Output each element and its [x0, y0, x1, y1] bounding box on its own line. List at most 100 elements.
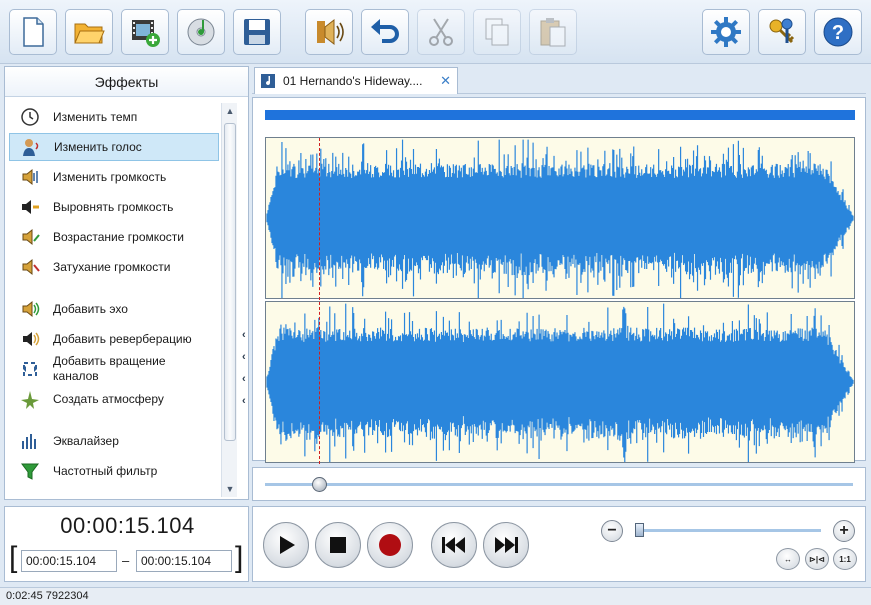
effect-item[interactable]: Затухание громкости: [9, 253, 219, 281]
save-disk-icon: [244, 19, 270, 45]
music-note-icon: [261, 74, 275, 88]
volume-change-icon: [19, 166, 41, 188]
time-panel: 00:00:15.104 [ 00:00:15.104 – 00:00:15.1…: [4, 506, 249, 582]
zoom-slider-track[interactable]: [637, 529, 821, 532]
collapse-left-icon[interactable]: ‹: [242, 351, 252, 373]
scroll-up-arrow-icon[interactable]: ▲: [222, 103, 238, 119]
svg-text:?: ?: [832, 22, 844, 44]
selection-end-field[interactable]: 00:00:15.104: [136, 550, 232, 572]
reverb-icon: [19, 328, 41, 350]
effect-label: Добавить реверберацию: [53, 331, 192, 346]
effect-label: Создать атмосферу: [53, 391, 164, 406]
overview-bar[interactable]: [265, 110, 855, 120]
effect-item[interactable]: Частотный фильтр: [9, 457, 219, 485]
audio-speaker-icon: [317, 18, 344, 46]
registration-keys-button[interactable]: [758, 9, 806, 55]
scroll-thumb[interactable]: [224, 123, 236, 441]
effect-label: Возрастание громкости: [53, 229, 184, 244]
settings-gear-icon: [711, 17, 741, 47]
effects-panel: Эффекты Изменить темп Изменить голос Измен…: [4, 66, 249, 500]
undo-button[interactable]: [361, 9, 409, 55]
copy-icon: [485, 18, 509, 46]
volume-normalize-icon: [19, 196, 41, 218]
effect-item[interactable]: Добавить эхо: [9, 295, 219, 323]
play-button[interactable]: [263, 522, 309, 568]
seek-panel: [252, 467, 866, 501]
status-text: 0:02:45 7922304: [6, 590, 89, 602]
panel-collapse-arrows[interactable]: ‹ ‹ ‹ ‹: [242, 329, 252, 417]
import-video-icon: [132, 20, 160, 47]
effect-label: Добавить эхо: [53, 301, 128, 316]
scroll-down-arrow-icon[interactable]: ▼: [222, 481, 238, 497]
effect-label: Частотный фильтр: [53, 463, 158, 478]
tab-close-icon[interactable]: ✕: [440, 73, 451, 89]
effect-item[interactable]: Выровнять громкость: [9, 193, 219, 221]
effect-item[interactable]: Создать атмосферу: [9, 385, 219, 413]
save-button[interactable]: [233, 9, 281, 55]
new-file-button[interactable]: [9, 9, 57, 55]
open-file-button[interactable]: [65, 9, 113, 55]
cut-icon: [429, 18, 453, 46]
collapse-left-icon[interactable]: ‹: [242, 373, 252, 395]
effect-item[interactable]: Возрастание громкости: [9, 223, 219, 251]
frequency-filter-icon: [19, 460, 41, 482]
clock-icon: [19, 106, 41, 128]
new-file-icon: [23, 17, 44, 47]
audio-properties-button[interactable]: [305, 9, 353, 55]
effect-label: Эквалайзер: [53, 433, 119, 448]
import-video-button[interactable]: [121, 9, 169, 55]
seek-track[interactable]: [265, 483, 853, 486]
waveform-editor[interactable]: [252, 97, 866, 464]
tab-audio-file[interactable]: 01 Hernando's Hideway.... ✕: [254, 67, 458, 94]
effect-item[interactable]: Изменить громкость: [9, 163, 219, 191]
zoom-slider-knob[interactable]: [634, 523, 644, 537]
cd-music-icon: [187, 18, 215, 46]
document-tab-strip: 01 Hernando's Hideway.... ✕: [252, 66, 866, 94]
collapse-left-icon[interactable]: ‹: [242, 329, 252, 351]
cut-button[interactable]: [417, 9, 465, 55]
waveform-channel-right[interactable]: [265, 301, 855, 463]
help-button[interactable]: ?: [814, 9, 862, 55]
effect-item[interactable]: Добавить реверберацию: [9, 325, 219, 353]
selection-start-field[interactable]: 00:00:15.104: [21, 550, 117, 572]
effect-label: Выровнять громкость: [53, 199, 174, 214]
zoom-fit-button[interactable]: ↔: [776, 548, 800, 570]
status-bar: 0:02:45 7922304: [0, 587, 871, 605]
waveform-channel-left[interactable]: [265, 137, 855, 299]
bracket-left: [: [9, 541, 18, 574]
zoom-in-button[interactable]: +: [833, 520, 855, 542]
rewind-button[interactable]: [431, 522, 477, 568]
volume-fade-in-icon: [19, 226, 41, 248]
keys-icon: [769, 18, 795, 44]
main-toolbar: ?: [0, 0, 871, 64]
stop-button[interactable]: [315, 522, 361, 568]
bracket-right: ]: [235, 541, 244, 574]
effect-item[interactable]: Изменить голос: [9, 133, 219, 161]
open-folder-icon: [74, 23, 105, 44]
effect-item[interactable]: Изменить темп: [9, 103, 219, 131]
zoom-selection-button[interactable]: ⊳|⊲: [805, 548, 829, 570]
waveform-left: [266, 139, 854, 298]
seek-knob[interactable]: [312, 477, 328, 492]
copy-button[interactable]: [473, 9, 521, 55]
undo-icon: [371, 19, 399, 43]
effect-item[interactable]: Добавить вращение каналов: [9, 354, 219, 383]
selection-separator: –: [122, 553, 130, 568]
effect-label: Затухание громкости: [53, 259, 171, 274]
effects-scrollbar[interactable]: ▲ ▼: [221, 103, 237, 497]
record-button[interactable]: [367, 522, 413, 568]
collapse-left-icon[interactable]: ‹: [242, 395, 252, 417]
playback-cursor[interactable]: [318, 138, 320, 464]
forward-button[interactable]: [483, 522, 529, 568]
skip-back-icon: [442, 537, 465, 553]
paste-button[interactable]: [529, 9, 577, 55]
current-time-display: 00:00:15.104: [60, 513, 195, 538]
zoom-out-button[interactable]: −: [601, 520, 623, 542]
transport-panel: − + ↔ ⊳|⊲ 1:1: [252, 506, 866, 582]
effect-label: Изменить темп: [53, 109, 138, 124]
effect-item[interactable]: Эквалайзер: [9, 427, 219, 455]
zoom-one-to-one-button[interactable]: 1:1: [833, 548, 857, 570]
cd-music-button[interactable]: [177, 9, 225, 55]
volume-fade-out-icon: [19, 256, 41, 278]
settings-button[interactable]: [702, 9, 750, 55]
